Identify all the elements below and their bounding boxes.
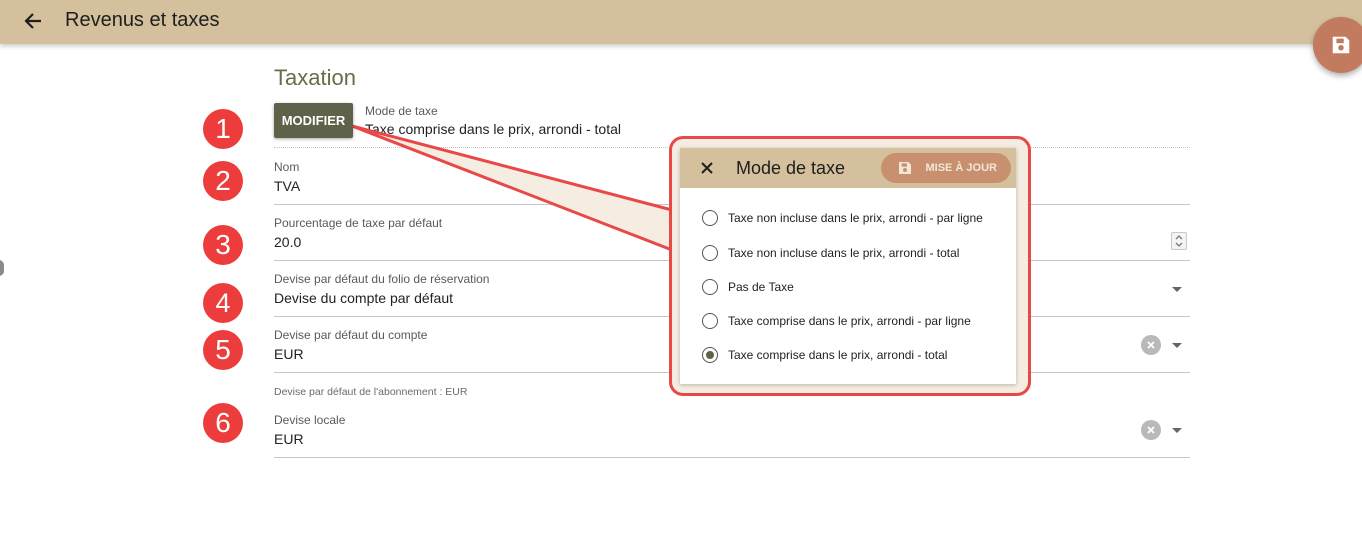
stepper-arrows-icon	[1175, 235, 1183, 247]
radio-option-no-tax[interactable]: Pas de Taxe	[702, 277, 794, 297]
tax-mode-dialog: Mode de taxe MISE À JOUR Taxe non inclus…	[680, 148, 1016, 384]
radio-button[interactable]	[702, 313, 718, 329]
radio-option-incl-total[interactable]: Taxe comprise dans le prix, arrondi - to…	[702, 345, 947, 365]
update-button-label: MISE À JOUR	[925, 162, 997, 174]
step-marker-2: 2	[203, 161, 243, 201]
scroll-handle[interactable]	[0, 260, 4, 276]
tax-percentage-value: 20.0	[274, 234, 302, 250]
account-currency-label: Devise par défaut du compte	[274, 328, 428, 342]
name-field-value: TVA	[274, 178, 301, 194]
radio-option-excl-total[interactable]: Taxe non incluse dans le prix, arrondi -…	[702, 243, 959, 263]
radio-option-label: Pas de Taxe	[728, 280, 794, 294]
arrow-back-icon	[24, 13, 41, 29]
tax-percentage-label: Pourcentage de taxe par défaut	[274, 216, 443, 230]
save-icon	[1332, 36, 1350, 54]
number-stepper[interactable]	[1171, 232, 1187, 250]
chevron-down-icon[interactable]	[1172, 343, 1182, 348]
page-title: Revenus et taxes	[65, 9, 220, 31]
step-marker-6: 6	[203, 403, 243, 443]
radio-selected-dot	[706, 351, 714, 359]
radio-button[interactable]	[702, 210, 718, 226]
radio-option-label: Taxe non incluse dans le prix, arrondi -…	[728, 211, 983, 225]
update-button[interactable]: MISE À JOUR	[881, 153, 1011, 183]
name-field-label: Nom	[274, 160, 300, 174]
folio-currency-value: Devise du compte par défaut	[274, 290, 453, 306]
radio-button-selected[interactable]	[702, 347, 718, 363]
folio-currency-label: Devise par défaut du folio de réservatio…	[274, 272, 490, 286]
chevron-down-icon[interactable]	[1172, 287, 1182, 292]
save-fab-button[interactable]	[1313, 17, 1362, 73]
local-currency-select[interactable]: Devise locale EUR	[274, 411, 1190, 458]
radio-option-label: Taxe comprise dans le prix, arrondi - pa…	[728, 314, 971, 328]
app-bar: Revenus et taxes	[0, 0, 1362, 44]
tax-mode-label: Mode de taxe	[365, 104, 438, 118]
save-icon	[899, 162, 911, 174]
step-marker-4: 4	[203, 283, 243, 323]
step-marker-5: 5	[203, 330, 243, 370]
dialog-header: Mode de taxe MISE À JOUR	[680, 148, 1016, 188]
clear-icon[interactable]	[1141, 420, 1161, 440]
radio-button[interactable]	[702, 245, 718, 261]
clear-icon[interactable]	[1141, 335, 1161, 355]
radio-option-incl-per-line[interactable]: Taxe comprise dans le prix, arrondi - pa…	[702, 311, 971, 331]
subscription-currency-hint: Devise par défaut de l'abonnement : EUR	[274, 386, 468, 398]
account-currency-value: EUR	[274, 346, 304, 362]
local-currency-value: EUR	[274, 431, 304, 447]
step-marker-3: 3	[203, 225, 243, 265]
step-marker-1: 1	[203, 109, 243, 149]
modifier-button[interactable]: MODIFIER	[274, 103, 353, 138]
radio-option-label: Taxe non incluse dans le prix, arrondi -…	[728, 246, 960, 260]
chevron-down-icon[interactable]	[1172, 428, 1182, 433]
close-button[interactable]	[697, 158, 717, 178]
back-button[interactable]	[20, 8, 46, 34]
tax-mode-value: Taxe comprise dans le prix, arrondi - to…	[365, 121, 621, 137]
close-icon	[701, 162, 713, 174]
local-currency-label: Devise locale	[274, 413, 346, 427]
dialog-title: Mode de taxe	[736, 158, 846, 178]
section-title: Taxation	[274, 65, 356, 90]
radio-button[interactable]	[702, 279, 718, 295]
radio-option-excl-per-line[interactable]: Taxe non incluse dans le prix, arrondi -…	[702, 208, 983, 228]
radio-option-label: Taxe comprise dans le prix, arrondi - to…	[728, 348, 948, 362]
